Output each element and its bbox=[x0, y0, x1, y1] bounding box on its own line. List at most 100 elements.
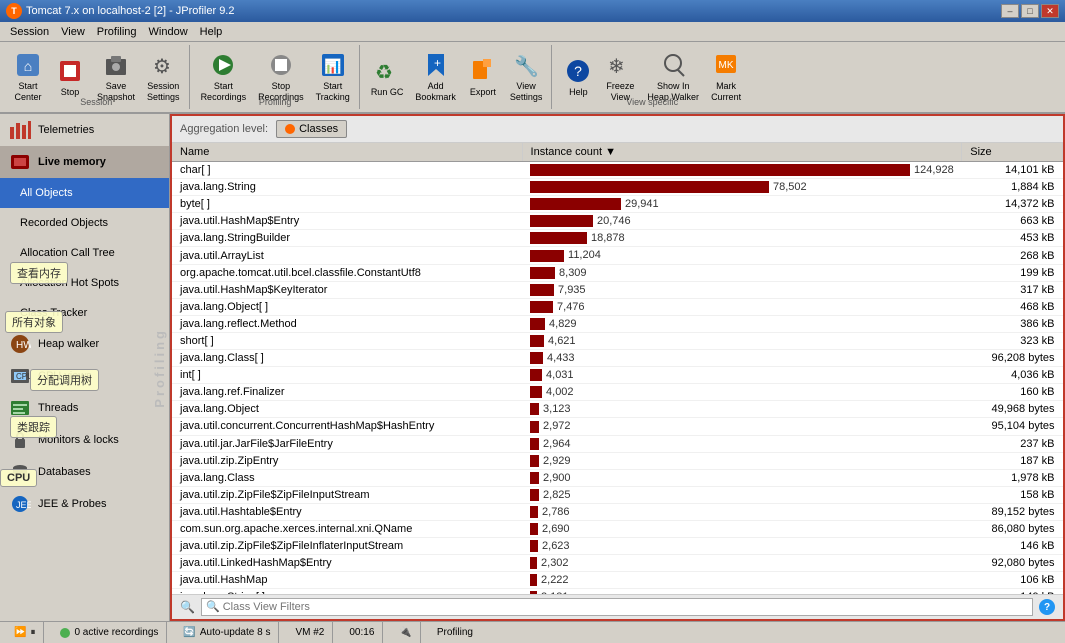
cell-class-name: java.util.Hashtable$Entry bbox=[172, 503, 522, 520]
table-row[interactable]: java.lang.String78,5021,884 kB bbox=[172, 179, 1063, 196]
table-row[interactable]: java.lang.Object3,12349,968 bytes bbox=[172, 401, 1063, 418]
table-row[interactable]: int[ ]4,0314,036 kB bbox=[172, 367, 1063, 384]
vm-text: VM #2 bbox=[295, 627, 324, 638]
cell-size: 89,152 bytes bbox=[962, 503, 1063, 520]
cell-class-name: java.lang.Object bbox=[172, 401, 522, 418]
auto-update-icon: 🔄 bbox=[183, 627, 195, 638]
export-button[interactable]: Export bbox=[463, 54, 503, 101]
col-size[interactable]: Size bbox=[962, 143, 1063, 162]
menu-session[interactable]: Session bbox=[4, 24, 55, 40]
col-instance-count[interactable]: Instance count ▼ bbox=[522, 143, 962, 162]
table-row[interactable]: java.util.zip.ZipFile$ZipFileInflaterInp… bbox=[172, 538, 1063, 555]
menu-help[interactable]: Help bbox=[194, 24, 229, 40]
help-button[interactable]: ? Help bbox=[558, 54, 598, 101]
cell-size: 468 kB bbox=[962, 298, 1063, 315]
cell-instance-count: 2,302 bbox=[522, 555, 962, 572]
table-row[interactable]: java.lang.ref.Finalizer4,002160 kB bbox=[172, 384, 1063, 401]
annotation-memory: 查看内存 bbox=[10, 262, 68, 284]
close-button[interactable]: ✕ bbox=[1041, 4, 1059, 18]
table-row[interactable]: java.util.LinkedHashMap$Entry2,30292,080… bbox=[172, 555, 1063, 572]
sidebar-item-recorded-objects[interactable]: Recorded Objects bbox=[0, 208, 169, 238]
table-row[interactable]: com.sun.org.apache.xerces.internal.xni.Q… bbox=[172, 520, 1063, 537]
profiling-group-label: Profiling bbox=[192, 97, 359, 107]
col-name[interactable]: Name bbox=[172, 143, 522, 162]
cell-size: 106 kB bbox=[962, 572, 1063, 589]
table-row[interactable]: java.util.HashMap2,222106 kB bbox=[172, 572, 1063, 589]
toolbar: ⌂ StartCenter Stop SaveSnapshot ⚙ Sessio… bbox=[0, 42, 1065, 114]
cell-instance-count: 7,476 bbox=[522, 298, 962, 315]
databases-label: Databases bbox=[38, 466, 91, 478]
content-toolbar: Aggregation level: Classes bbox=[172, 116, 1063, 143]
telemetries-icon bbox=[8, 118, 32, 142]
profiling-status-text: Profiling bbox=[437, 627, 473, 638]
table-row[interactable]: java.util.concurrent.ConcurrentHashMap$H… bbox=[172, 418, 1063, 435]
cell-class-name: java.lang.Class[ ] bbox=[172, 350, 522, 367]
menu-window[interactable]: Window bbox=[143, 24, 194, 40]
show-in-heap-walker-icon bbox=[659, 51, 687, 79]
toolbar-group-profiling: StartRecordings StopRecordings 📊 StartTr… bbox=[192, 45, 360, 109]
cell-class-name: java.util.HashMap$Entry bbox=[172, 213, 522, 230]
cell-instance-count: 2,690 bbox=[522, 520, 962, 537]
menu-profiling[interactable]: Profiling bbox=[91, 24, 143, 40]
table-row[interactable]: java.lang.Object[ ]7,476468 kB bbox=[172, 298, 1063, 315]
sidebar-item-all-objects[interactable]: All Objects bbox=[0, 178, 169, 208]
cell-size: 14,101 kB bbox=[962, 162, 1063, 179]
sidebar-item-telemetries[interactable]: Telemetries bbox=[0, 114, 169, 146]
table-row[interactable]: byte[ ]29,94114,372 kB bbox=[172, 196, 1063, 213]
cell-class-name: java.util.zip.ZipFile$ZipFileInputStream bbox=[172, 486, 522, 503]
view-specific-group-label: View specific bbox=[554, 97, 750, 107]
table-row[interactable]: java.lang.Class[ ]4,43396,208 bytes bbox=[172, 350, 1063, 367]
menu-view[interactable]: View bbox=[55, 24, 91, 40]
table-row[interactable]: java.util.Hashtable$Entry2,78689,152 byt… bbox=[172, 503, 1063, 520]
cell-size: 49,968 bytes bbox=[962, 401, 1063, 418]
cell-instance-count: 2,786 bbox=[522, 503, 962, 520]
run-gc-icon: ♻ bbox=[373, 57, 401, 85]
svg-text:♻: ♻ bbox=[375, 62, 393, 84]
session-settings-icon: ⚙ bbox=[149, 51, 177, 79]
cell-instance-count: 124,928 bbox=[522, 162, 962, 179]
svg-text:HW: HW bbox=[16, 340, 31, 351]
maximize-button[interactable]: □ bbox=[1021, 4, 1039, 18]
mark-current-icon: MK bbox=[712, 51, 740, 79]
cell-class-name: java.lang.reflect.Method bbox=[172, 315, 522, 332]
table-row[interactable]: org.apache.tomcat.util.bcel.classfile.Co… bbox=[172, 264, 1063, 281]
table-row[interactable]: java.util.HashMap$KeyIterator7,935317 kB bbox=[172, 281, 1063, 298]
class-view-filter-input[interactable] bbox=[201, 598, 1033, 616]
run-gc-button[interactable]: ♻ Run GC bbox=[366, 54, 409, 101]
table-row[interactable]: java.util.HashMap$Entry20,746663 kB bbox=[172, 213, 1063, 230]
cell-instance-count: 3,123 bbox=[522, 401, 962, 418]
stop-button[interactable]: Stop bbox=[50, 54, 90, 101]
cell-class-name: java.util.ArrayList bbox=[172, 247, 522, 264]
table-row[interactable]: java.lang.StringBuilder18,878453 kB bbox=[172, 230, 1063, 247]
classes-button[interactable]: Classes bbox=[276, 120, 347, 138]
cell-size: 199 kB bbox=[962, 264, 1063, 281]
table-row[interactable]: char[ ]124,92814,101 kB bbox=[172, 162, 1063, 179]
cell-instance-count: 2,964 bbox=[522, 435, 962, 452]
cell-class-name: int[ ] bbox=[172, 367, 522, 384]
add-bookmark-button[interactable]: + AddBookmark bbox=[410, 48, 461, 106]
live-memory-label: Live memory bbox=[38, 156, 106, 168]
sidebar-item-jee-probes[interactable]: JEE JEE & Probes bbox=[0, 488, 169, 520]
cell-class-name: char[ ] bbox=[172, 162, 522, 179]
table-row[interactable]: java.util.zip.ZipFile$ZipFileInputStream… bbox=[172, 486, 1063, 503]
content-area: Aggregation level: Classes Name Instance… bbox=[170, 114, 1065, 621]
view-settings-button[interactable]: 🔧 ViewSettings bbox=[505, 48, 548, 106]
cell-instance-count: 11,204 bbox=[522, 247, 962, 264]
cell-instance-count: 2,181 bbox=[522, 589, 962, 594]
table-row[interactable]: java.lang.reflect.Method4,829386 kB bbox=[172, 315, 1063, 332]
recorded-objects-label: Recorded Objects bbox=[20, 217, 108, 229]
minimize-button[interactable]: – bbox=[1001, 4, 1019, 18]
status-network: 🔌 bbox=[391, 622, 420, 643]
filter-help-button[interactable]: ? bbox=[1039, 599, 1055, 615]
table-row[interactable]: java.util.ArrayList11,204268 kB bbox=[172, 247, 1063, 264]
table-row[interactable]: java.lang.Class2,9001,978 kB bbox=[172, 469, 1063, 486]
stop-label: Stop bbox=[61, 87, 80, 98]
jee-probes-label: JEE & Probes bbox=[38, 498, 106, 510]
table-row[interactable]: java.util.jar.JarFile$JarFileEntry2,9642… bbox=[172, 435, 1063, 452]
table-row[interactable]: java.util.zip.ZipEntry2,929187 kB bbox=[172, 452, 1063, 469]
cell-class-name: java.lang.ref.Finalizer bbox=[172, 384, 522, 401]
cell-instance-count: 8,309 bbox=[522, 264, 962, 281]
sidebar-item-live-memory[interactable]: Live memory bbox=[0, 146, 169, 178]
menu-bar: Session View Profiling Window Help bbox=[0, 22, 1065, 42]
table-row[interactable]: short[ ]4,621323 kB bbox=[172, 332, 1063, 349]
